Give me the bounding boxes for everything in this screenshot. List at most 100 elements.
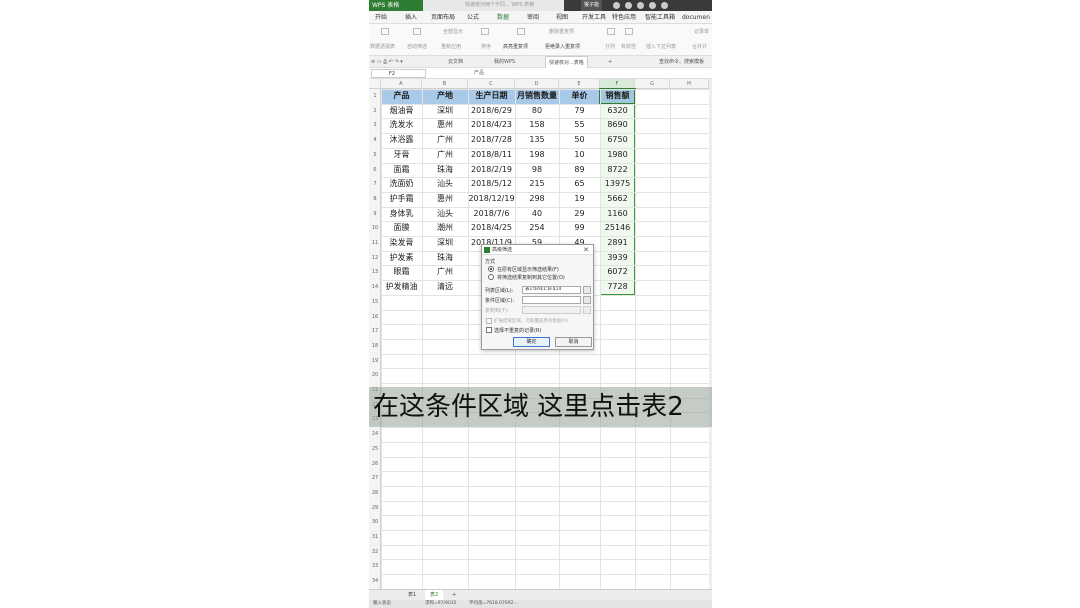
table-cell[interactable]: 2018/7/28 [468,133,515,148]
col-header-d[interactable]: D [515,79,559,89]
row-header[interactable]: 26 [369,457,381,472]
row-header[interactable]: 20 [369,368,381,383]
user-name[interactable]: 猴子能 [581,0,603,11]
table-cell[interactable]: 25146 [600,221,635,236]
row-header[interactable]: 30 [369,515,381,530]
row-header[interactable]: 11 [369,236,381,251]
table-cell[interactable]: 215 [515,177,559,192]
table-cell[interactable]: 潮州 [422,221,468,236]
table-cell[interactable]: 3939 [600,251,635,266]
table-cell[interactable]: 面霜 [381,163,422,178]
table-cell[interactable]: 沐浴露 [381,133,422,148]
table-cell[interactable]: 2018/2/19 [468,163,515,178]
reject-duplicates-button[interactable]: 拒绝录入重复项 [545,43,580,50]
table-cell[interactable]: 深圳 [422,104,468,119]
table-cell[interactable]: 深圳 [422,236,468,251]
table-cell[interactable]: 洗面奶 [381,177,422,192]
row-header[interactable]: 17 [369,324,381,339]
table-cell[interactable]: 2018/4/25 [468,221,515,236]
vertical-scrollbar[interactable] [709,79,712,589]
row-header[interactable]: 5 [369,148,381,163]
menu-review[interactable]: 审阅 [527,11,539,24]
split-columns-button[interactable]: 分列 [605,43,615,50]
table-cell[interactable]: 护发素 [381,251,422,266]
row-header[interactable]: 13 [369,265,381,280]
radio-in-place-label[interactable]: 在原有区域显示筛选结果(F) [497,266,559,273]
table-cell[interactable]: 198 [515,148,559,163]
menu-insert[interactable]: 插入 [405,11,417,24]
name-box[interactable]: F2 [371,69,426,78]
sort-button[interactable]: 排序 [481,43,491,50]
ok-button[interactable]: 确定 [513,337,550,347]
table-cell[interactable]: 汕头 [422,177,468,192]
list-range-picker-icon[interactable] [583,286,591,294]
table-cell[interactable]: 护发精油 [381,280,422,295]
col-header-b[interactable]: B [422,79,468,89]
table-header-cell[interactable]: 产地 [422,89,468,104]
row-header[interactable]: 29 [369,501,381,516]
merge-calc-button[interactable]: 合并计 [692,43,707,50]
app-tab[interactable]: WPS 表格 [369,0,423,11]
autofilter-button[interactable]: 自动筛选 [407,43,427,50]
table-cell[interactable]: 50 [559,133,600,148]
menu-document[interactable]: documen [682,11,710,24]
table-cell[interactable]: 29 [559,207,600,222]
table-cell[interactable]: 身体乳 [381,207,422,222]
row-header[interactable]: 10 [369,221,381,236]
table-cell[interactable]: 广州 [422,148,468,163]
table-cell[interactable]: 2018/4/23 [468,118,515,133]
row-header[interactable]: 32 [369,545,381,560]
expand-result-checkbox[interactable] [486,318,492,324]
settings-icon[interactable] [613,2,620,9]
maximize-icon[interactable] [649,2,656,9]
table-header-cell[interactable]: 月销售数量 [515,89,559,104]
unique-records-checkbox[interactable] [486,327,492,333]
show-all-button[interactable]: 全部显示 [443,28,463,35]
my-wps-tab[interactable]: 我的WPS [494,56,515,68]
table-cell[interactable]: 13975 [600,177,635,192]
table-cell[interactable]: 99 [559,221,600,236]
row-header[interactable]: 33 [369,559,381,574]
table-cell[interactable]: 2018/6/29 [468,104,515,119]
row-header[interactable]: 7 [369,177,381,192]
table-cell[interactable]: 40 [515,207,559,222]
table-cell[interactable]: 79 [559,104,600,119]
row-header[interactable]: 31 [369,530,381,545]
row-header[interactable]: 15 [369,295,381,310]
select-all-corner[interactable] [369,79,381,89]
criteria-range-input[interactable] [522,296,581,304]
table-cell[interactable]: 98 [515,163,559,178]
menu-feature-apps[interactable]: 特色应用 [612,11,636,24]
table-header-cell[interactable]: 销售额 [600,89,635,104]
table-cell[interactable]: 55 [559,118,600,133]
row-header[interactable]: 3 [369,118,381,133]
highlight-duplicates-button[interactable]: 高亮重复项 [503,43,528,50]
table-cell[interactable]: 广州 [422,133,468,148]
table-cell[interactable]: 2891 [600,236,635,251]
table-cell[interactable]: 染发膏 [381,236,422,251]
col-header-g[interactable]: G [635,79,670,89]
radio-in-place[interactable] [488,266,494,272]
dialog-close-icon[interactable]: ✕ [583,245,589,255]
row-header[interactable]: 34 [369,574,381,589]
new-tab-plus-icon[interactable]: + [608,56,612,68]
table-cell[interactable]: 2018/8/11 [468,148,515,163]
table-cell[interactable]: 19 [559,192,600,207]
menu-formula[interactable]: 公式 [467,11,479,24]
col-header-h[interactable]: H [670,79,709,89]
pivot-table-button[interactable]: 数据透视表 [370,43,395,50]
col-header-a[interactable]: A [381,79,422,89]
table-cell[interactable]: 洗发水 [381,118,422,133]
table-cell[interactable]: 1980 [600,148,635,163]
close-icon[interactable] [661,2,668,9]
table-cell[interactable]: 8722 [600,163,635,178]
table-header-cell[interactable]: 单价 [559,89,600,104]
table-cell[interactable]: 6750 [600,133,635,148]
table-cell[interactable]: 珠海 [422,163,468,178]
formula-input[interactable]: 产品 [474,68,484,79]
table-cell[interactable]: 2018/12/19 [468,192,515,207]
table-cell[interactable]: 面膜 [381,221,422,236]
row-header[interactable]: 28 [369,486,381,501]
table-cell[interactable]: 135 [515,133,559,148]
row-header[interactable]: 19 [369,354,381,369]
